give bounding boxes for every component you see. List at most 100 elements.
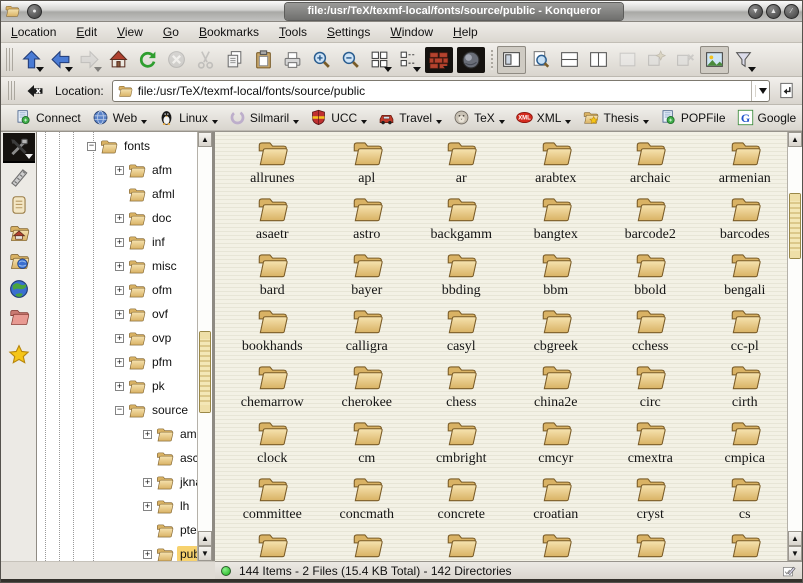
home-folder-tab[interactable] xyxy=(3,219,35,247)
close-button[interactable]: ⁄ xyxy=(784,4,799,19)
folder-item[interactable]: cs xyxy=(698,472,788,528)
tree-item[interactable]: ams xyxy=(37,422,197,446)
folder-item[interactable]: bbm xyxy=(509,248,604,304)
folder-item[interactable]: barcodes xyxy=(698,192,788,248)
split-h-button[interactable] xyxy=(555,46,584,74)
scrollbar-thumb[interactable] xyxy=(789,193,801,259)
title-bar[interactable]: ● file:/usr/TeX/texmf-local/fonts/source… xyxy=(1,1,802,22)
tree-item[interactable]: jknappen xyxy=(37,470,197,494)
menu-item[interactable]: Edit xyxy=(76,25,97,39)
tree-item[interactable]: inf xyxy=(37,230,197,254)
folder-item[interactable]: ar xyxy=(414,136,509,192)
folder-item[interactable]: chess xyxy=(414,360,509,416)
tree-item[interactable]: public xyxy=(37,542,197,561)
folder-item[interactable] xyxy=(225,528,320,561)
folder-item[interactable]: chemarrow xyxy=(225,360,320,416)
stop-button[interactable] xyxy=(162,46,191,74)
expander-toggle[interactable] xyxy=(115,358,124,367)
folder-item[interactable]: astro xyxy=(320,192,415,248)
tree-item[interactable]: pfm xyxy=(37,350,197,374)
folder-item[interactable]: arabtex xyxy=(509,136,604,192)
print-button[interactable] xyxy=(278,46,307,74)
web-bookmark[interactable]: Web xyxy=(87,107,152,128)
expander-toggle[interactable] xyxy=(115,334,124,343)
zoom-in-button[interactable] xyxy=(307,46,336,74)
tree-item[interactable]: ovp xyxy=(37,326,197,350)
scrollbar-track[interactable] xyxy=(788,147,802,531)
copy-button[interactable] xyxy=(220,46,249,74)
scrollbar-thumb[interactable] xyxy=(199,331,211,413)
folder-item[interactable]: concmath xyxy=(320,472,415,528)
folder-item[interactable] xyxy=(698,528,788,561)
folder-item[interactable]: bbding xyxy=(414,248,509,304)
menu-item[interactable]: Bookmarks xyxy=(199,25,259,39)
minimize-button[interactable]: ▼ xyxy=(748,4,763,19)
home-button[interactable] xyxy=(104,46,133,74)
tree-item[interactable]: lh xyxy=(37,494,197,518)
scroll-tab[interactable] xyxy=(3,191,35,219)
tree-item[interactable]: pk xyxy=(37,374,197,398)
tree-item[interactable]: afm xyxy=(37,158,197,182)
tree-item[interactable]: ptex xyxy=(37,518,197,542)
scroll-up-button[interactable]: ▲ xyxy=(788,531,802,546)
maximize-button[interactable]: ▲ xyxy=(766,4,781,19)
network-tab[interactable] xyxy=(3,247,35,275)
expander-toggle[interactable] xyxy=(115,238,124,247)
paste-button[interactable] xyxy=(249,46,278,74)
list-view-button[interactable] xyxy=(394,46,423,74)
forward-button[interactable] xyxy=(75,46,104,74)
folder-item[interactable]: allrunes xyxy=(225,136,320,192)
folder-item[interactable]: backgamm xyxy=(414,192,509,248)
location-combobox[interactable]: file:/usr/TeX/texmf-local/fonts/source/p… xyxy=(112,80,770,102)
tree-item[interactable]: ovf xyxy=(37,302,197,326)
menu-item[interactable]: Window xyxy=(390,25,433,39)
folder-item[interactable]: concrete xyxy=(414,472,509,528)
menu-item[interactable]: Help xyxy=(453,25,478,39)
folder-item[interactable]: cherokee xyxy=(320,360,415,416)
folder-item[interactable]: bayer xyxy=(320,248,415,304)
expander-toggle[interactable] xyxy=(143,478,152,487)
folder-item[interactable]: committee xyxy=(225,472,320,528)
penguin-bookmark[interactable]: Linux xyxy=(153,107,223,128)
google-bookmark[interactable]: Google xyxy=(732,107,802,128)
folder-item[interactable]: cryst xyxy=(603,472,698,528)
ruler-tab[interactable] xyxy=(3,163,35,191)
toolbar-grip[interactable] xyxy=(6,48,14,71)
sep-button[interactable] xyxy=(487,46,497,74)
folder-item[interactable]: bbold xyxy=(603,248,698,304)
connect-bookmark[interactable]: POPFile xyxy=(655,107,731,128)
tree-item[interactable]: misc xyxy=(37,254,197,278)
expander-toggle[interactable] xyxy=(115,262,124,271)
star-tab[interactable] xyxy=(3,341,35,369)
scroll-up-button[interactable]: ▲ xyxy=(198,132,212,147)
panel-button[interactable] xyxy=(497,46,526,74)
scroll-up-button[interactable]: ▲ xyxy=(198,531,212,546)
menu-item[interactable]: Tools xyxy=(279,25,307,39)
tools-tab[interactable] xyxy=(3,133,35,163)
expander-toggle[interactable] xyxy=(115,310,124,319)
lion-bookmark[interactable]: TeX xyxy=(448,107,510,128)
folder-item[interactable]: clock xyxy=(225,416,320,472)
menu-item[interactable]: View xyxy=(117,25,143,39)
folder-item[interactable]: asaetr xyxy=(225,192,320,248)
location-dropdown-button[interactable] xyxy=(751,81,769,101)
folder-item[interactable]: barcode2 xyxy=(603,192,698,248)
bricks-button[interactable] xyxy=(425,47,453,73)
folder-item[interactable]: circ xyxy=(603,360,698,416)
folder-item[interactable]: croatian xyxy=(509,472,604,528)
expander-toggle[interactable] xyxy=(115,406,124,415)
icon-view-button[interactable] xyxy=(365,46,394,74)
cut-button[interactable] xyxy=(191,46,220,74)
expander-toggle[interactable] xyxy=(115,214,124,223)
up-button[interactable] xyxy=(17,46,46,74)
location-value[interactable]: file:/usr/TeX/texmf-local/fonts/source/p… xyxy=(138,84,751,98)
tree-item[interactable]: fonts xyxy=(37,134,197,158)
globe-tab[interactable] xyxy=(3,275,35,303)
image-button[interactable] xyxy=(700,46,729,74)
scroll-up-button[interactable]: ▲ xyxy=(788,132,802,147)
directory-icon-view[interactable]: allrunes apl ar arabtex archaic xyxy=(215,132,787,561)
folder-item[interactable]: china2e xyxy=(509,360,604,416)
folder-star-bookmark[interactable]: Thesis xyxy=(577,107,653,128)
folder-item[interactable]: bengali xyxy=(698,248,788,304)
folder-item[interactable]: cmextra xyxy=(603,416,698,472)
